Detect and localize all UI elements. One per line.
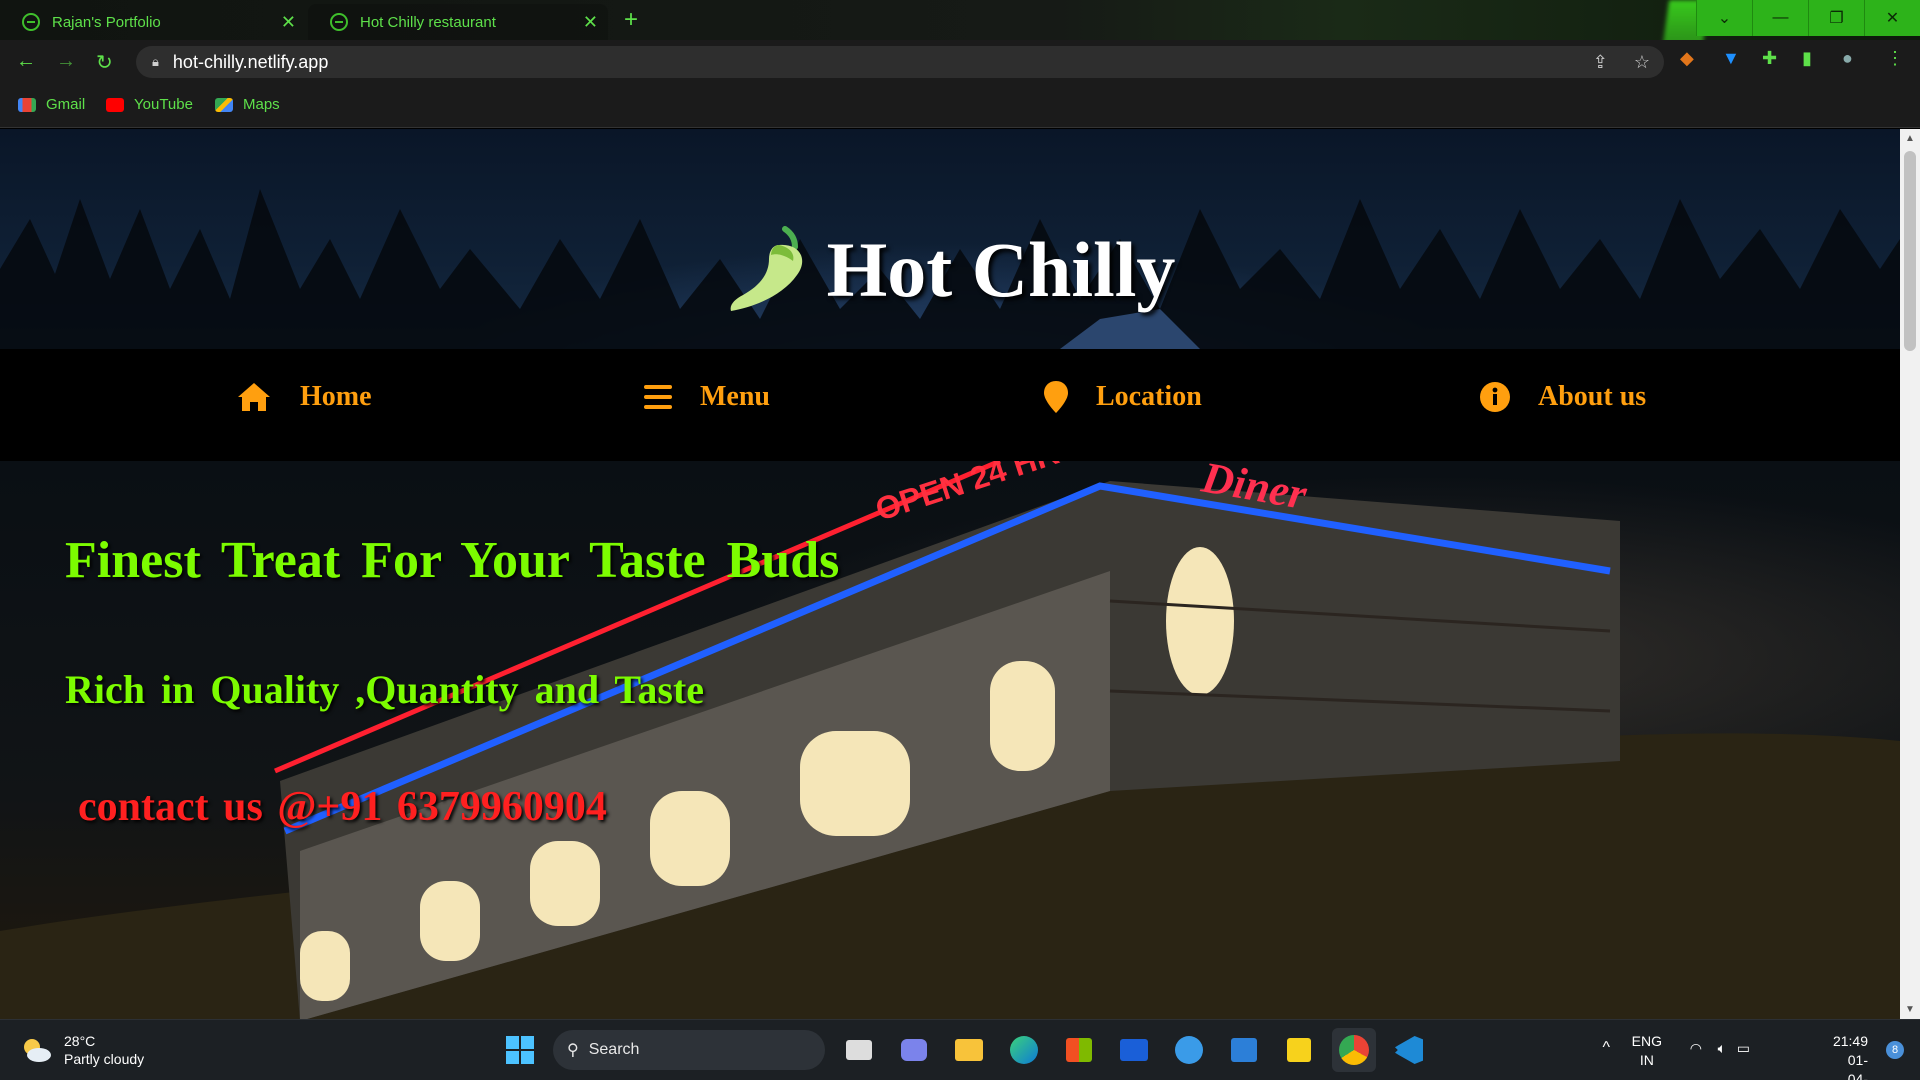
- tab-search-button[interactable]: ⌄: [1696, 0, 1752, 36]
- task-view-icon[interactable]: [837, 1028, 881, 1072]
- tab-title: Hot Chilly restaurant: [360, 13, 496, 31]
- main-nav: Home Menu Location About us: [0, 349, 1900, 461]
- browser-toolbar: ← → ↻ 🔒︎ hot-chilly.netlify.app ⇪ ☆ ◆ ▼ …: [0, 40, 1920, 84]
- wifi-icon[interactable]: ◠: [1690, 1040, 1702, 1057]
- nav-about[interactable]: About us: [1480, 381, 1646, 413]
- vscode-icon[interactable]: [1387, 1028, 1431, 1072]
- language-indicator[interactable]: ENG IN: [1632, 1032, 1662, 1070]
- lock-icon[interactable]: 🔒︎: [152, 54, 159, 70]
- chrome-icon[interactable]: [1332, 1028, 1376, 1072]
- info-icon: [1480, 382, 1510, 412]
- close-window-button[interactable]: ✕: [1864, 0, 1920, 36]
- nav-menu[interactable]: Menu: [644, 381, 770, 413]
- metamask-icon[interactable]: ◆: [1680, 48, 1694, 69]
- hero-section: OPEN 24 HR Diner Finest Treat For Your T…: [0, 461, 1900, 1019]
- nav-label: Menu: [700, 381, 770, 412]
- chilli-pepper-icon: [730, 226, 802, 311]
- header-banner: Hot Chilly: [0, 129, 1900, 349]
- hero-tagline: Finest Treat For Your Taste Buds: [65, 532, 840, 589]
- screen-app-icon[interactable]: [1222, 1028, 1266, 1072]
- site-title: Hot Chilly: [826, 226, 1176, 313]
- window-controls: ⌄ — ❐ ✕: [1696, 0, 1920, 36]
- nav-home[interactable]: Home: [236, 381, 372, 413]
- scroll-thumb[interactable]: [1904, 151, 1916, 351]
- weather-temp: 28°C: [64, 1033, 96, 1049]
- taskbar-search[interactable]: ⚲ Search: [553, 1030, 825, 1070]
- page-scrollbar[interactable]: ▲ ▼: [1900, 129, 1920, 1019]
- extensions-puzzle-icon[interactable]: ✚: [1762, 48, 1777, 69]
- globe-icon: [330, 13, 348, 31]
- location-pin-icon: [1044, 381, 1068, 413]
- bookmark-label: YouTube: [134, 96, 193, 113]
- sticky-notes-icon[interactable]: [1277, 1028, 1321, 1072]
- nav-label: About us: [1538, 381, 1647, 412]
- scroll-down-icon[interactable]: ▼: [1905, 1004, 1915, 1015]
- tab-strip: Rajan's Portfolio ✕ Hot Chilly restauran…: [0, 0, 1920, 130]
- close-tab-icon[interactable]: ✕: [281, 12, 296, 33]
- bookmark-maps[interactable]: Maps: [215, 96, 280, 113]
- vpn-extension-icon[interactable]: ▼: [1722, 48, 1740, 69]
- bookmark-label: Gmail: [46, 96, 86, 113]
- myhp-icon[interactable]: [1112, 1028, 1156, 1072]
- search-label: Search: [588, 1041, 640, 1058]
- tab-hot-chilly[interactable]: Hot Chilly restaurant ✕: [308, 4, 608, 40]
- start-button[interactable]: [498, 1028, 542, 1072]
- close-tab-icon[interactable]: ✕: [583, 12, 598, 33]
- youtube-icon: [106, 97, 124, 112]
- scroll-up-icon[interactable]: ▲: [1905, 133, 1915, 144]
- reload-icon[interactable]: ↻: [96, 50, 113, 75]
- microsoft-store-icon[interactable]: [1057, 1028, 1101, 1072]
- bookmarks-bar: Gmail YouTube Maps: [0, 84, 1920, 128]
- back-icon[interactable]: ←: [16, 50, 36, 73]
- partly-cloudy-icon: [24, 1039, 51, 1062]
- menu-icon: [644, 385, 672, 409]
- page-viewport: Hot Chilly Home Menu Location About us O…: [0, 129, 1900, 1019]
- region-code: IN: [1639, 1052, 1654, 1068]
- side-panel-icon[interactable]: ▮: [1802, 48, 1812, 69]
- hero-subtagline: Rich in Quality ,Quantity and Taste: [65, 667, 705, 712]
- weather-widget[interactable]: 28°C Partly cloudy: [20, 1032, 144, 1068]
- share-icon[interactable]: ⇪: [1593, 52, 1608, 73]
- clock[interactable]: 21:49 01-04-2023: [1833, 1032, 1868, 1080]
- search-icon: ⚲: [567, 1042, 579, 1059]
- file-explorer-icon[interactable]: [947, 1028, 991, 1072]
- minimize-button[interactable]: —: [1752, 0, 1808, 36]
- clock-time: 21:49: [1832, 1033, 1868, 1049]
- chevron-up-icon[interactable]: ^: [1602, 1039, 1610, 1057]
- nav-location[interactable]: Location: [1044, 381, 1202, 413]
- globe-icon: [22, 13, 40, 31]
- home-icon: [238, 383, 270, 411]
- address-bar[interactable]: 🔒︎ hot-chilly.netlify.app ⇪ ☆: [136, 46, 1664, 78]
- windows-logo-icon: [506, 1036, 534, 1064]
- windows-taskbar: 28°C Partly cloudy ⚲ Search ^ ENG IN ◠ 🔈…: [0, 1019, 1920, 1080]
- url-text[interactable]: hot-chilly.netlify.app: [173, 52, 328, 73]
- more-menu-icon[interactable]: ⋮: [1886, 48, 1904, 69]
- forward-icon[interactable]: →: [56, 50, 76, 73]
- volume-icon[interactable]: 🔈︎: [1718, 1040, 1726, 1057]
- profile-avatar[interactable]: ●: [1842, 48, 1853, 69]
- gmail-icon: [18, 97, 36, 112]
- new-tab-button[interactable]: +: [624, 6, 638, 34]
- bookmark-star-icon[interactable]: ☆: [1634, 52, 1650, 73]
- teams-chat-icon[interactable]: [892, 1028, 936, 1072]
- bookmark-youtube[interactable]: YouTube: [106, 96, 193, 113]
- tab-rajans-portfolio[interactable]: Rajan's Portfolio ✕: [0, 4, 306, 40]
- bookmark-gmail[interactable]: Gmail: [18, 96, 85, 113]
- tab-title: Rajan's Portfolio: [52, 13, 161, 31]
- taskbar-apps: ⚲ Search: [498, 1028, 1442, 1072]
- weather-desc: Partly cloudy: [64, 1051, 145, 1067]
- restore-button[interactable]: ❐: [1808, 0, 1864, 36]
- contact-phone[interactable]: contact us @+91 6379960904: [78, 783, 607, 831]
- brand: Hot Chilly: [0, 225, 1900, 320]
- maps-icon: [215, 97, 233, 112]
- nav-label: Home: [300, 381, 372, 412]
- notification-badge[interactable]: 8: [1886, 1041, 1904, 1059]
- help-app-icon[interactable]: [1167, 1028, 1211, 1072]
- battery-icon[interactable]: ▭: [1737, 1040, 1750, 1057]
- clock-date: 01-04-2023: [1847, 1052, 1868, 1080]
- nav-label: Location: [1096, 381, 1202, 412]
- bookmark-label: Maps: [243, 96, 280, 113]
- lang-code: ENG: [1631, 1033, 1662, 1049]
- edge-browser-icon[interactable]: [1002, 1028, 1046, 1072]
